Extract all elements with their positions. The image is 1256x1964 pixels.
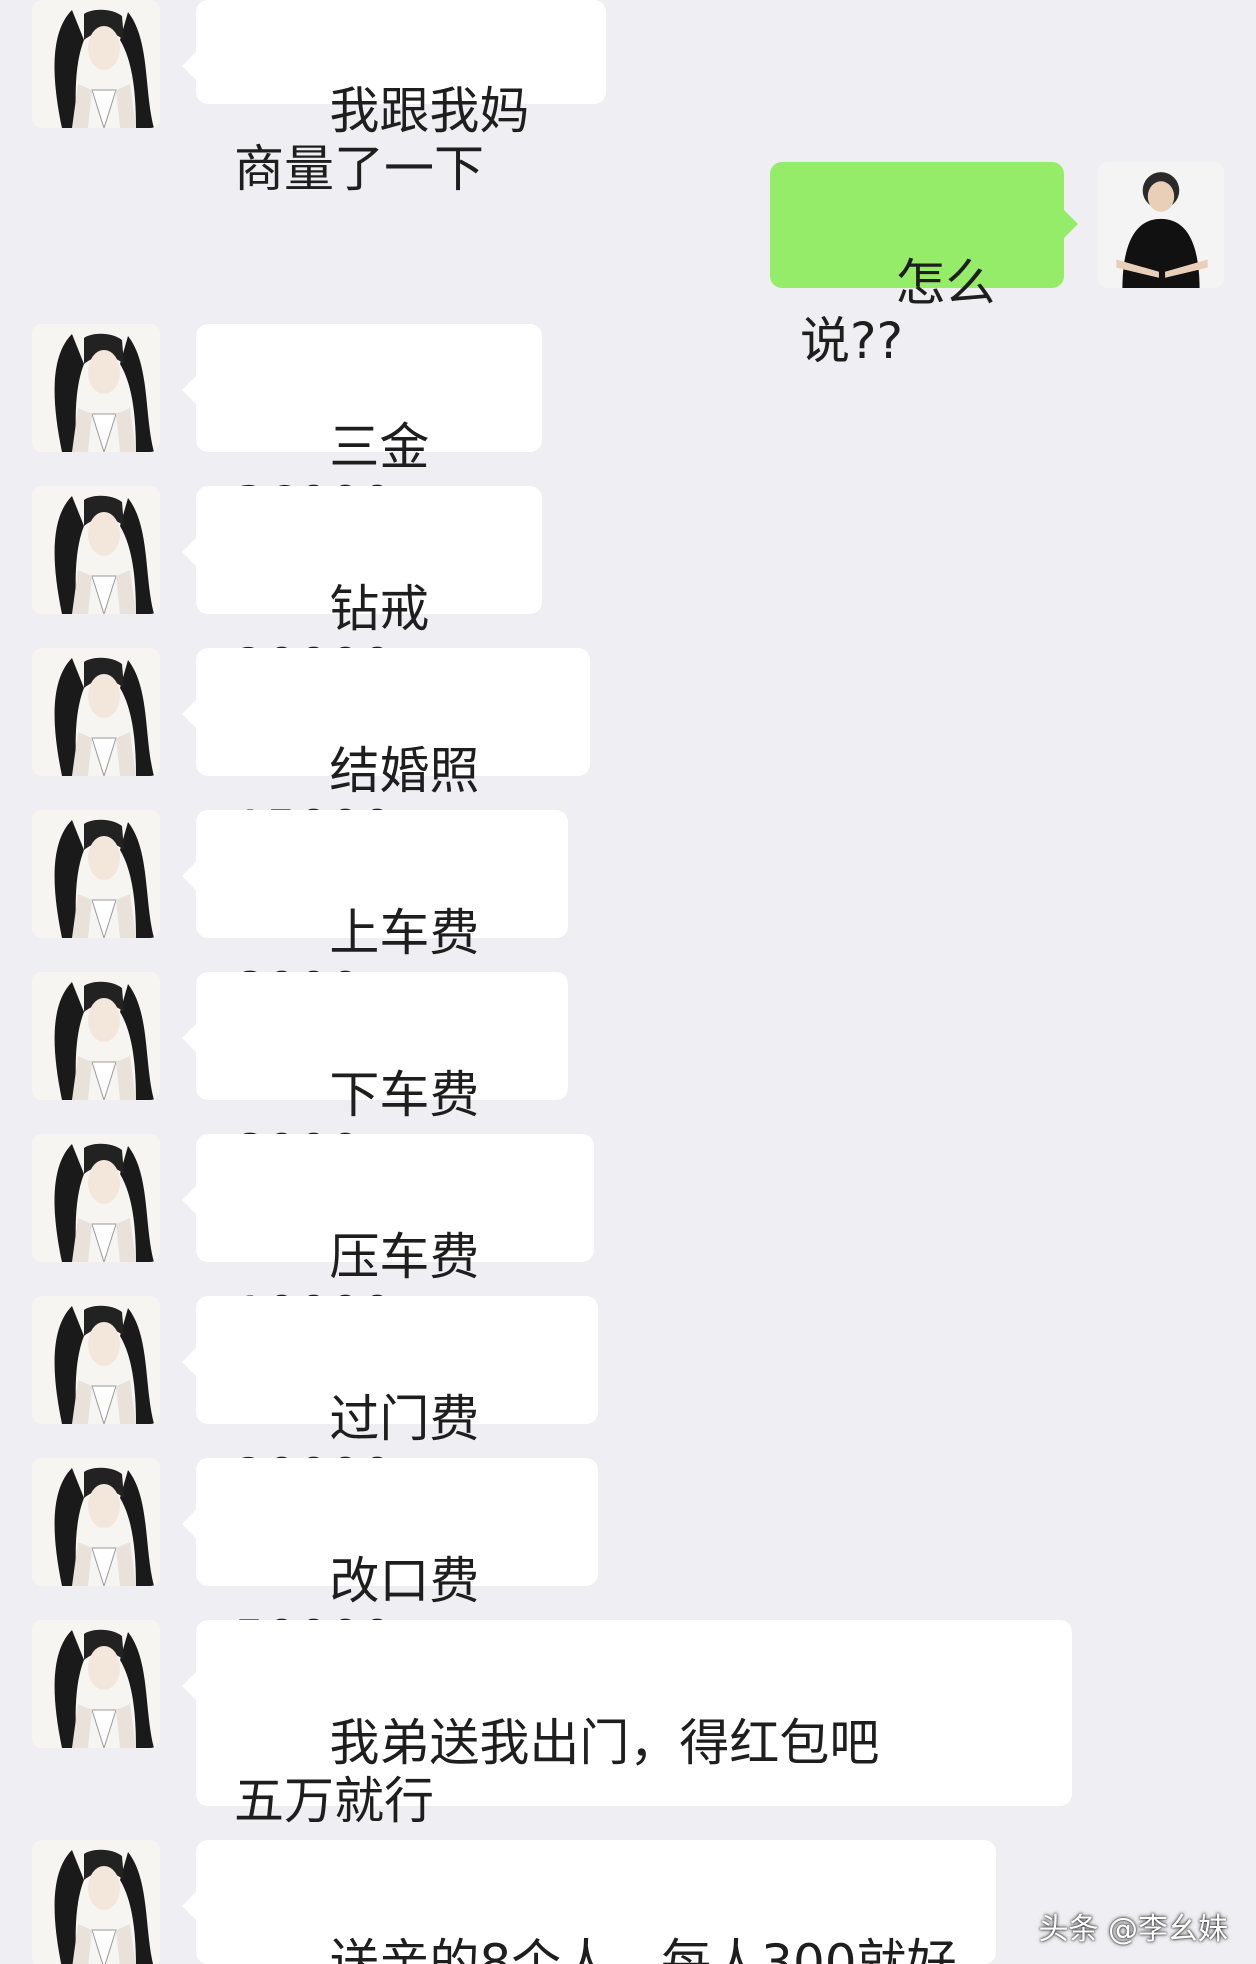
message-bubble[interactable]: 怎么说?? <box>770 162 1078 370</box>
message-bubble[interactable]: 压车费10000 <box>182 1134 594 1344</box>
female-avatar-icon[interactable] <box>32 486 160 614</box>
female-avatar-icon[interactable] <box>32 1458 160 1586</box>
message-bubble[interactable]: 改口费50000 <box>182 1458 598 1668</box>
message-text: 我弟送我出门，得红包吧五万就行 <box>234 1714 880 1830</box>
message-text: 我跟我妈商量了一下 <box>234 82 530 198</box>
message-text: 送亲的8个人，每人300就好了 <box>329 1934 957 1964</box>
female-avatar-icon[interactable] <box>32 1620 160 1748</box>
female-avatar-icon[interactable] <box>32 324 160 452</box>
message-bubble[interactable]: 结婚照15000 <box>182 648 590 858</box>
message-bubble[interactable]: 我跟我妈商量了一下 <box>182 0 606 198</box>
female-avatar-icon[interactable] <box>32 810 160 938</box>
male-avatar-icon[interactable] <box>1098 162 1224 288</box>
watermark: 头条 @李幺妹 <box>1038 1912 1228 1947</box>
message-bubble[interactable]: 三金36000 <box>182 324 542 534</box>
message-text: 怎么说?? <box>800 254 996 370</box>
female-avatar-icon[interactable] <box>32 972 160 1100</box>
message-bubble[interactable]: 下车费8000 <box>182 972 568 1182</box>
female-avatar-icon[interactable] <box>32 1134 160 1262</box>
female-avatar-icon[interactable] <box>32 1296 160 1424</box>
chat-window: 我跟我妈商量了一下 怎么说?? 三金 钻戒 结婚照 上车费 下车费 压车费 过门… <box>0 0 1256 1964</box>
message-bubble[interactable]: 过门费20000 <box>182 1296 598 1506</box>
message-bubble[interactable]: 钻戒20000 <box>182 486 542 696</box>
female-avatar-icon[interactable] <box>32 0 160 128</box>
message-bubble[interactable]: 送亲的8个人，每人300就好了 <box>182 1840 996 1964</box>
female-avatar-icon[interactable] <box>32 648 160 776</box>
message-bubble[interactable]: 上车费8000 <box>182 810 568 1020</box>
female-avatar-icon[interactable] <box>32 1840 160 1964</box>
message-bubble[interactable]: 我弟送我出门，得红包吧五万就行 <box>182 1620 1072 1830</box>
